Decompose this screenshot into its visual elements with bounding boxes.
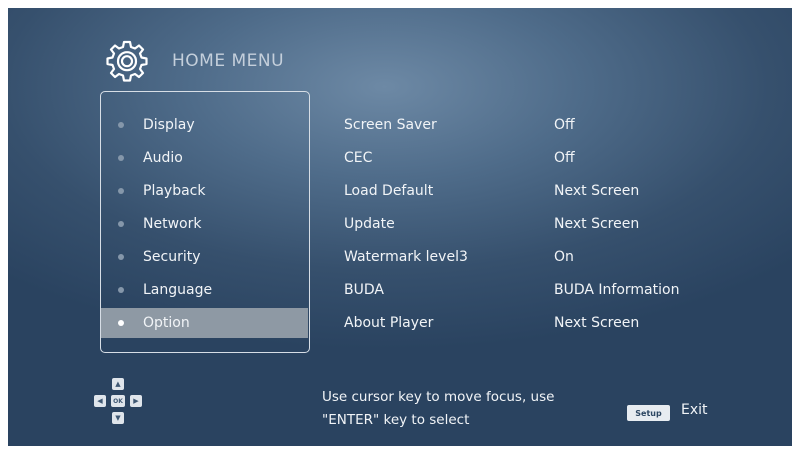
arrow-up-icon: ▲ xyxy=(112,378,124,390)
bullet-icon xyxy=(118,122,124,128)
option-value: Next Screen xyxy=(554,183,640,199)
setup-key-badge[interactable]: Setup xyxy=(627,405,670,421)
sidebar-item-display[interactable]: Display xyxy=(101,110,308,140)
bullet-icon xyxy=(118,155,124,161)
sidebar-item-security[interactable]: Security xyxy=(101,242,308,272)
sidebar-panel: Display Audio Playback Network Security … xyxy=(100,91,310,353)
exit-label: Exit xyxy=(681,402,708,418)
help-line-1: Use cursor key to move focus, use xyxy=(322,389,555,405)
sidebar-item-label: Playback xyxy=(143,183,206,199)
sidebar-item-label: Display xyxy=(143,117,195,133)
sidebar-item-playback[interactable]: Playback xyxy=(101,176,308,206)
bullet-icon xyxy=(118,254,124,260)
bullet-icon xyxy=(118,287,124,293)
option-load-default[interactable]: Load Default xyxy=(344,180,433,202)
help-line-2: "ENTER" key to select xyxy=(322,412,470,428)
bullet-icon xyxy=(118,320,124,326)
option-value: BUDA Information xyxy=(554,282,680,298)
option-screen-saver[interactable]: Screen Saver xyxy=(344,114,437,136)
option-cec[interactable]: CEC xyxy=(344,147,372,169)
page-title: HOME MENU xyxy=(172,51,285,71)
arrow-down-icon: ▼ xyxy=(112,412,124,424)
sidebar-item-label: Language xyxy=(143,282,213,298)
sidebar-item-label: Option xyxy=(143,315,190,331)
sidebar-item-label: Security xyxy=(143,249,201,265)
ok-key-icon: OK xyxy=(111,395,125,407)
sidebar-item-language[interactable]: Language xyxy=(101,275,308,305)
option-value: Off xyxy=(554,117,575,133)
home-menu-screen: HOME MENU Display Audio Playback Network… xyxy=(8,8,792,446)
gear-icon xyxy=(106,40,148,82)
sidebar-item-label: Audio xyxy=(143,150,183,166)
sidebar-item-label: Network xyxy=(143,216,202,232)
arrow-left-icon: ◀ xyxy=(94,395,106,407)
option-watermark-level3[interactable]: Watermark level3 xyxy=(344,246,468,268)
option-value: Next Screen xyxy=(554,315,640,331)
option-value: Off xyxy=(554,150,575,166)
help-text: Use cursor key to move focus, use "ENTER… xyxy=(322,386,554,432)
option-about-player[interactable]: About Player xyxy=(344,312,433,334)
sidebar-item-option[interactable]: Option xyxy=(101,308,308,338)
sidebar-item-network[interactable]: Network xyxy=(101,209,308,239)
sidebar-item-audio[interactable]: Audio xyxy=(101,143,308,173)
option-value: On xyxy=(554,249,574,265)
option-value: Next Screen xyxy=(554,216,640,232)
header: HOME MENU xyxy=(104,36,284,86)
bullet-icon xyxy=(118,188,124,194)
option-buda[interactable]: BUDA xyxy=(344,279,384,301)
bullet-icon xyxy=(118,221,124,227)
option-update[interactable]: Update xyxy=(344,213,395,235)
dpad-icon: ▲ ◀ OK ▶ ▼ xyxy=(91,378,147,430)
arrow-right-icon: ▶ xyxy=(130,395,142,407)
